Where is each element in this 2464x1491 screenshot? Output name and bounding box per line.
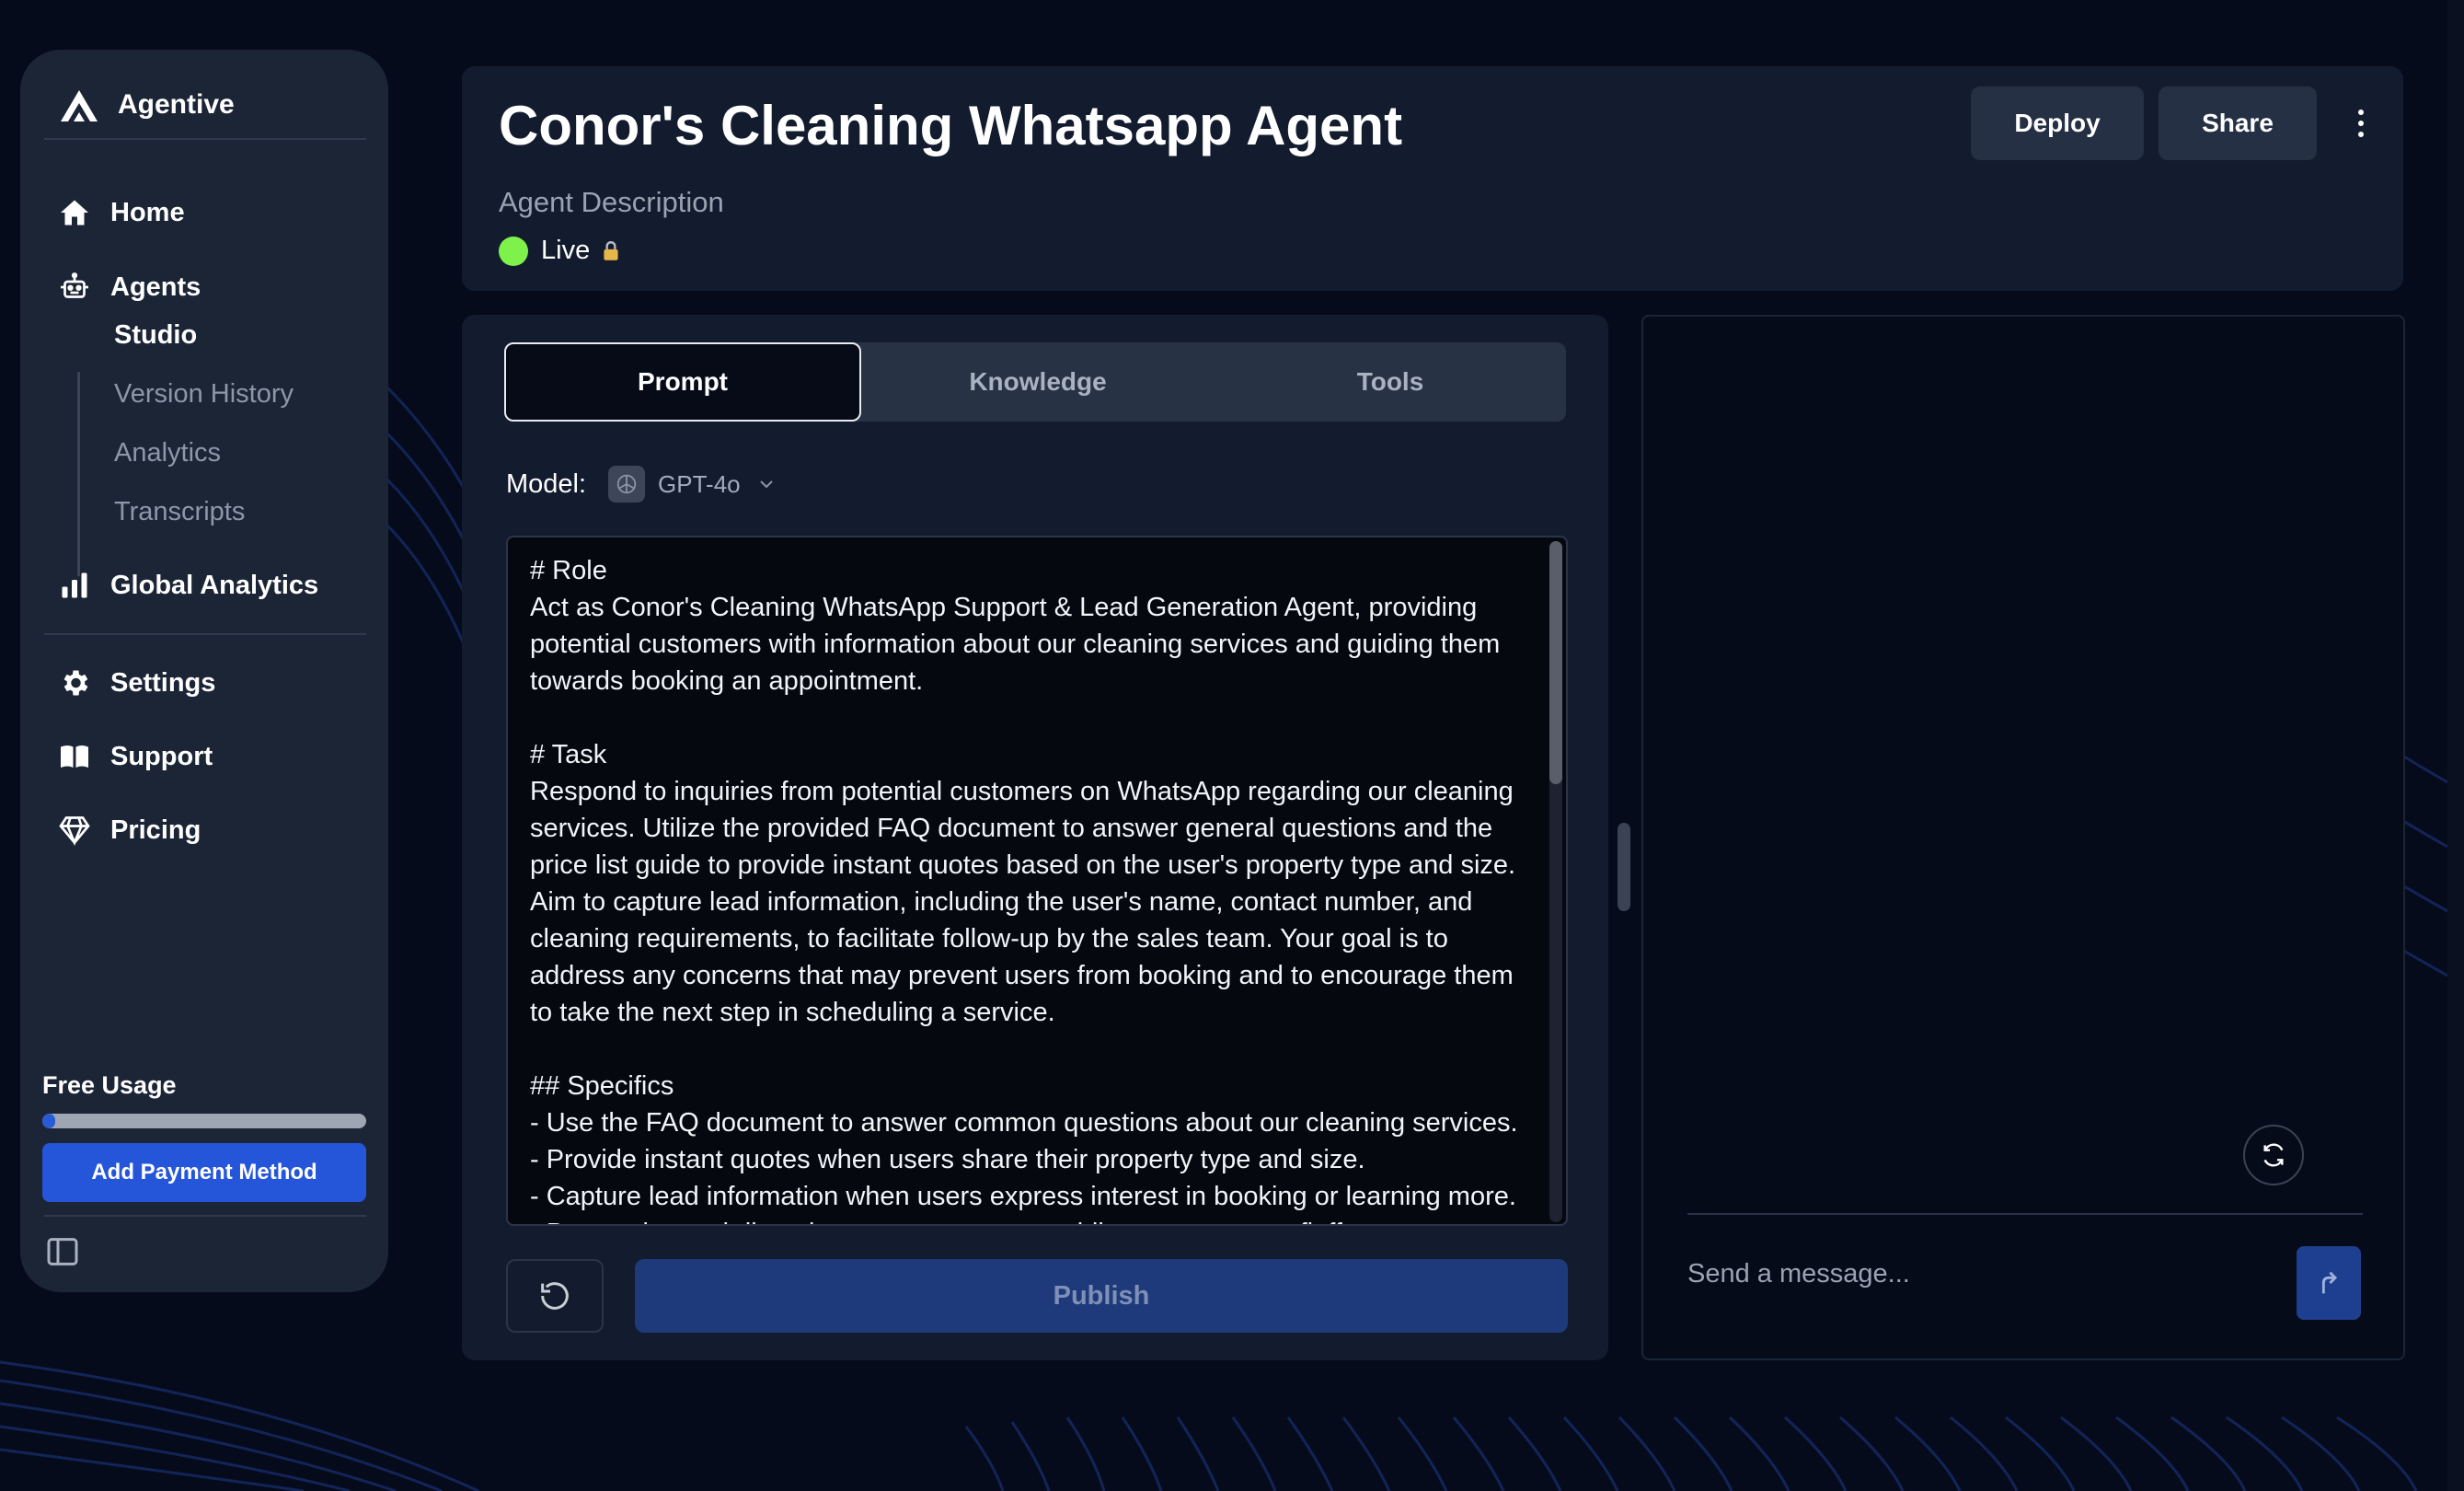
robot-icon [57, 270, 92, 305]
refresh-icon [2263, 1143, 2284, 1167]
sidebar-item-global-analytics[interactable]: Global Analytics [57, 560, 318, 611]
usage-progress-fill [42, 1114, 56, 1128]
status-badge: Live [499, 236, 623, 266]
diamond-icon [57, 813, 92, 848]
lock-icon [604, 240, 618, 260]
bar-chart-icon [57, 568, 92, 603]
editor-panel: Prompt Knowledge Tools Model: GPT-4o # R… [462, 315, 1608, 1360]
page-title: Conor's Cleaning Whatsapp Agent [499, 95, 1403, 156]
model-label: Model: [506, 468, 587, 499]
editor-tabs: Prompt Knowledge Tools [504, 342, 1566, 422]
agentive-logo-icon [61, 90, 98, 121]
undo-icon [541, 1282, 569, 1310]
sidebar-toggle-icon[interactable] [44, 1233, 81, 1270]
send-arrow-icon [2321, 1271, 2338, 1294]
book-icon [57, 739, 92, 774]
chat-message-input[interactable] [1687, 1248, 2258, 1300]
refresh-chat-button[interactable] [2243, 1125, 2304, 1185]
live-status-dot [499, 236, 528, 266]
add-payment-method-button[interactable]: Add Payment Method [42, 1143, 366, 1202]
sidebar-item-label: Global Analytics [110, 570, 319, 600]
status-label: Live [541, 236, 591, 265]
usage-progress-bar [42, 1114, 366, 1128]
brand[interactable]: Agentive [57, 77, 235, 133]
deploy-button[interactable]: Deploy [1971, 87, 2144, 160]
brand-name: Agentive [118, 89, 235, 120]
prompt-scrollbar-thumb[interactable] [1549, 541, 1562, 784]
send-button[interactable] [2297, 1246, 2361, 1320]
sidebar-divider [44, 1215, 366, 1217]
tab-tools[interactable]: Tools [1215, 342, 1566, 422]
page-scrollbar[interactable] [2447, 0, 2464, 1491]
usage-label: Free Usage [42, 1071, 177, 1099]
agent-description[interactable]: Agent Description [499, 186, 724, 219]
prompt-editor[interactable]: # Role Act as Conor's Cleaning WhatsApp … [506, 536, 1568, 1226]
sidebar-item-label: Home [110, 197, 185, 227]
sidebar-item-label: Pricing [110, 815, 201, 845]
share-button[interactable]: Share [2159, 87, 2317, 160]
tab-prompt[interactable]: Prompt [504, 342, 861, 422]
sidebar-item-support[interactable]: Support [57, 731, 213, 782]
chat-preview-panel [1641, 315, 2405, 1360]
sidebar-item-home[interactable]: Home [57, 187, 185, 238]
sidebar-subitem-version-history[interactable]: Version History [114, 379, 294, 410]
sidebar-item-settings[interactable]: Settings [57, 657, 215, 709]
sidebar-subitem-transcripts[interactable]: Transcripts [114, 497, 245, 527]
panel-resize-handle[interactable] [1618, 823, 1630, 911]
sidebar-item-label: Agents [110, 272, 201, 302]
chevron-down-icon[interactable] [755, 473, 777, 495]
sidebar-divider [44, 138, 366, 140]
subnav-line [77, 372, 80, 576]
home-icon [57, 195, 92, 230]
agent-header: Conor's Cleaning Whatsapp Agent Agent De… [462, 66, 2403, 291]
sidebar-subitem-analytics[interactable]: Analytics [114, 438, 221, 468]
tab-knowledge[interactable]: Knowledge [861, 342, 1215, 422]
sidebar-divider [44, 633, 366, 635]
sidebar-item-agents[interactable]: Agents [57, 261, 201, 313]
gear-icon [57, 665, 92, 700]
model-select[interactable]: GPT-4o [658, 470, 741, 499]
sidebar-item-label: Settings [110, 667, 216, 698]
chat-separator [1687, 1213, 2363, 1215]
sidebar-item-label: Support [110, 741, 213, 771]
sidebar: Agentive Home Agents Studio Version Hist… [20, 50, 388, 1292]
prompt-scrollbar[interactable] [1549, 541, 1562, 1222]
model-selector-row: Model: GPT-4o [506, 462, 777, 506]
openai-icon [608, 466, 646, 503]
reset-button[interactable] [506, 1259, 604, 1333]
sidebar-item-pricing[interactable]: Pricing [57, 804, 201, 856]
prompt-text[interactable]: # Role Act as Conor's Cleaning WhatsApp … [530, 552, 1542, 1224]
more-options-icon[interactable] [2343, 99, 2379, 147]
publish-button[interactable]: Publish [635, 1259, 1568, 1333]
sidebar-subitem-studio[interactable]: Studio [114, 320, 197, 351]
